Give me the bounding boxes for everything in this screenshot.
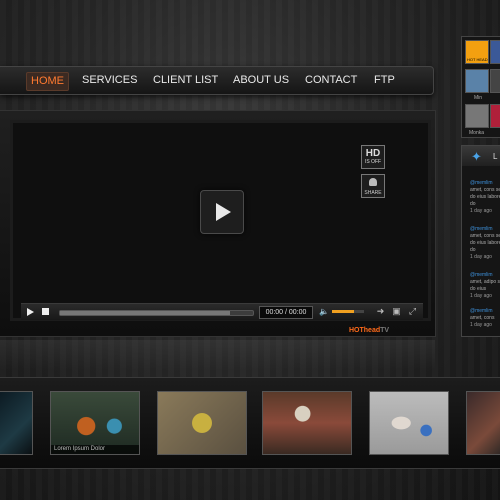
volume-icon[interactable]: 🔈 xyxy=(319,308,329,316)
stop-icon[interactable] xyxy=(42,308,49,315)
tweet-item[interactable]: @memlim amet, adipo sed do eius 1 day ag… xyxy=(470,272,500,300)
tweet-time: 1 day ago xyxy=(470,254,492,260)
brand-tv: TV xyxy=(380,327,390,334)
share-button[interactable]: SHARE xyxy=(361,174,385,198)
hd-toggle-button[interactable]: HD IS OFF xyxy=(361,145,385,169)
volume-fill xyxy=(332,310,355,313)
tweet-user[interactable]: @memlim xyxy=(470,226,493,232)
video-filmstrip: Lorem Ipsum Dolor xyxy=(0,377,500,469)
hothead-logo-text: HOT HEAD xyxy=(467,57,488,62)
film-thumbnail-active[interactable]: Lorem Ipsum Dolor xyxy=(50,391,140,455)
film-thumbnail[interactable] xyxy=(0,391,33,455)
twitter-box: ✦ L @memlim amet, cons sed do eius labor… xyxy=(461,145,500,337)
friend-avatar[interactable] xyxy=(465,69,489,93)
tweet-text: amet, adipo sed do eius xyxy=(470,279,500,292)
nav-item-home[interactable]: HOME xyxy=(26,72,69,91)
tweet-user[interactable]: @memlim xyxy=(470,272,493,278)
tweet-item[interactable]: @memlim amet, cons sed do eius labore et… xyxy=(470,226,500,261)
film-thumbnail[interactable] xyxy=(466,391,500,455)
tweet-item[interactable]: @memlim amet, cons 1 day ago xyxy=(470,308,500,329)
film-thumbnail[interactable] xyxy=(262,391,352,455)
friend-name: Min xyxy=(474,95,483,101)
hd-label: HD xyxy=(365,148,381,159)
time-display: 00:00 / 00:00 xyxy=(259,306,313,319)
friend-avatar[interactable] xyxy=(465,104,489,128)
nav-item-contact[interactable]: CONTACT xyxy=(301,72,361,89)
tweet-text: amet, cons xyxy=(470,315,495,321)
tweet-user[interactable]: @memlim xyxy=(470,180,493,186)
tweet-text: amet, cons sed do eius labore et do xyxy=(470,187,500,207)
settings-icon[interactable]: ▣ xyxy=(391,306,402,317)
film-thumbnail[interactable] xyxy=(157,391,247,455)
friend-avatar[interactable] xyxy=(490,69,500,93)
friend-avatar[interactable] xyxy=(490,104,500,128)
tweet-time: 1 day ago xyxy=(470,208,492,214)
person-icon xyxy=(369,178,377,186)
twitter-title: L xyxy=(493,152,498,161)
share-label: SHARE xyxy=(364,190,382,196)
nav-item-services[interactable]: SERVICES xyxy=(78,72,141,89)
nav-item-client-list[interactable]: CLIENT LIST xyxy=(149,72,222,89)
hd-status: IS OFF xyxy=(364,159,382,165)
progress-fill xyxy=(60,311,230,315)
film-caption: Lorem Ipsum Dolor xyxy=(51,445,139,454)
player-reflection xyxy=(0,340,435,370)
tweet-time: 1 day ago xyxy=(470,293,492,299)
tweet-text: amet, cons sed do eius labore et do xyxy=(470,233,500,253)
twitter-bird-icon: ✦ xyxy=(471,149,482,164)
twitter-header: ✦ L xyxy=(462,146,500,166)
progress-bar[interactable] xyxy=(59,310,254,316)
tweet-user[interactable]: @memlim xyxy=(470,308,493,314)
volume-slider[interactable] xyxy=(332,310,364,313)
brand-logo: HOTheadTV xyxy=(349,327,389,334)
social-box: HOT HEAD Min Monka xyxy=(461,36,500,138)
play-overlay-button[interactable] xyxy=(200,190,244,234)
forward-icon[interactable]: ➜ xyxy=(375,306,386,317)
player-controls: 00:00 / 00:00 🔈 ➜ ▣ ⤢ xyxy=(21,303,423,320)
nav-item-about-us[interactable]: ABOUT US xyxy=(229,72,293,89)
fullscreen-icon[interactable]: ⤢ xyxy=(407,306,418,317)
nav-item-ftp[interactable]: FTP xyxy=(370,72,399,89)
film-thumbnail[interactable] xyxy=(369,391,449,455)
brand-hot: HOThead xyxy=(349,327,381,334)
facebook-icon[interactable] xyxy=(490,40,500,64)
friend-name: Monka xyxy=(469,130,485,136)
tweet-time: 1 day ago xyxy=(470,322,492,328)
hothead-logo[interactable]: HOT HEAD xyxy=(465,40,489,64)
tweet-item[interactable]: @memlim amet, cons sed do eius labore et… xyxy=(470,180,500,215)
main-nav: HOME SERVICES CLIENT LIST ABOUT US CONTA… xyxy=(0,66,434,95)
play-icon[interactable] xyxy=(27,308,34,316)
